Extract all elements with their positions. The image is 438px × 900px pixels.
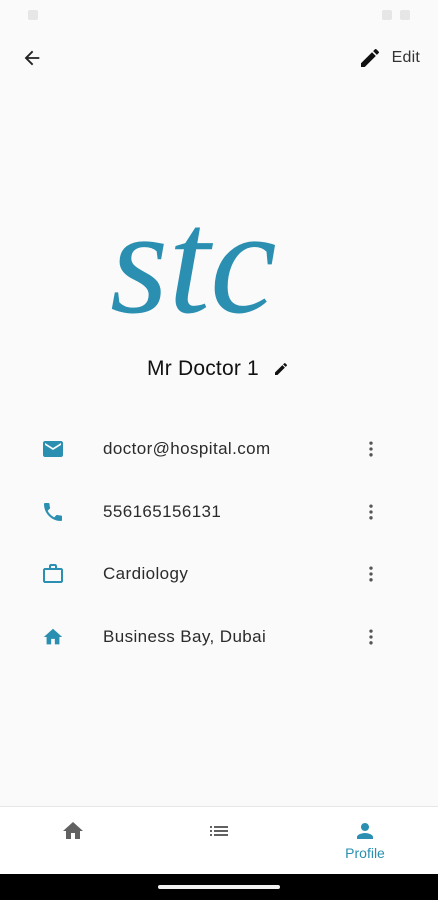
more-options-button[interactable] <box>359 496 383 528</box>
list-item-email[interactable]: doctor@hospital.com <box>0 418 438 481</box>
more-options-button[interactable] <box>359 621 383 653</box>
list-icon <box>210 826 228 836</box>
status-icons-right <box>382 10 410 20</box>
more-options-button[interactable] <box>359 433 383 465</box>
nav-label-profile: Profile <box>345 845 385 861</box>
more-options-button[interactable] <box>359 558 383 590</box>
phone-icon <box>40 499 66 525</box>
pencil-icon <box>360 48 379 67</box>
home-icon <box>63 822 83 839</box>
status-bar <box>0 0 438 30</box>
more-vert-icon <box>369 504 373 520</box>
top-app-bar: Edit <box>0 36 438 80</box>
stc-logo: stc <box>110 179 277 340</box>
more-vert-icon <box>369 629 373 645</box>
phone-value: 556165156131 <box>103 501 222 521</box>
list-item-address[interactable]: Business Bay, Dubai <box>0 606 438 669</box>
wifi-icon <box>382 10 392 20</box>
home-icon <box>40 624 66 650</box>
arrow-back-icon <box>24 50 40 66</box>
nav-item-profile[interactable]: Profile <box>292 807 438 875</box>
bottom-navigation: Profile <box>0 806 438 874</box>
email-value: doctor@hospital.com <box>103 439 271 459</box>
briefcase-icon <box>40 561 66 587</box>
avatar: stc <box>104 170 334 340</box>
mail-icon <box>40 436 66 462</box>
department-value: Cardiology <box>103 564 189 584</box>
edit-label: Edit <box>391 49 420 66</box>
pencil-icon <box>274 362 287 375</box>
profile-name-row: Mr Doctor 1 <box>0 352 438 386</box>
info-list: doctor@hospital.com 556165156131 Cardiol… <box>0 418 438 668</box>
more-vert-icon <box>369 566 373 582</box>
address-value: Business Bay, Dubai <box>103 626 267 646</box>
nav-item-home[interactable] <box>0 807 146 875</box>
nav-item-list[interactable] <box>146 807 292 875</box>
system-navigation-bar <box>0 874 438 900</box>
list-item-department[interactable]: Cardiology <box>0 543 438 606</box>
back-button[interactable] <box>16 42 48 74</box>
list-item-phone[interactable]: 556165156131 <box>0 481 438 544</box>
battery-icon <box>400 10 410 20</box>
person-icon <box>357 823 373 839</box>
logo-lettering: stc <box>110 179 277 340</box>
profile-name: Mr Doctor 1 <box>147 357 259 380</box>
edit-button[interactable]: Edit <box>358 42 420 74</box>
status-icon <box>28 10 38 20</box>
home-gesture-handle[interactable] <box>158 885 280 889</box>
edit-name-button[interactable] <box>273 360 291 378</box>
more-vert-icon <box>369 441 373 457</box>
